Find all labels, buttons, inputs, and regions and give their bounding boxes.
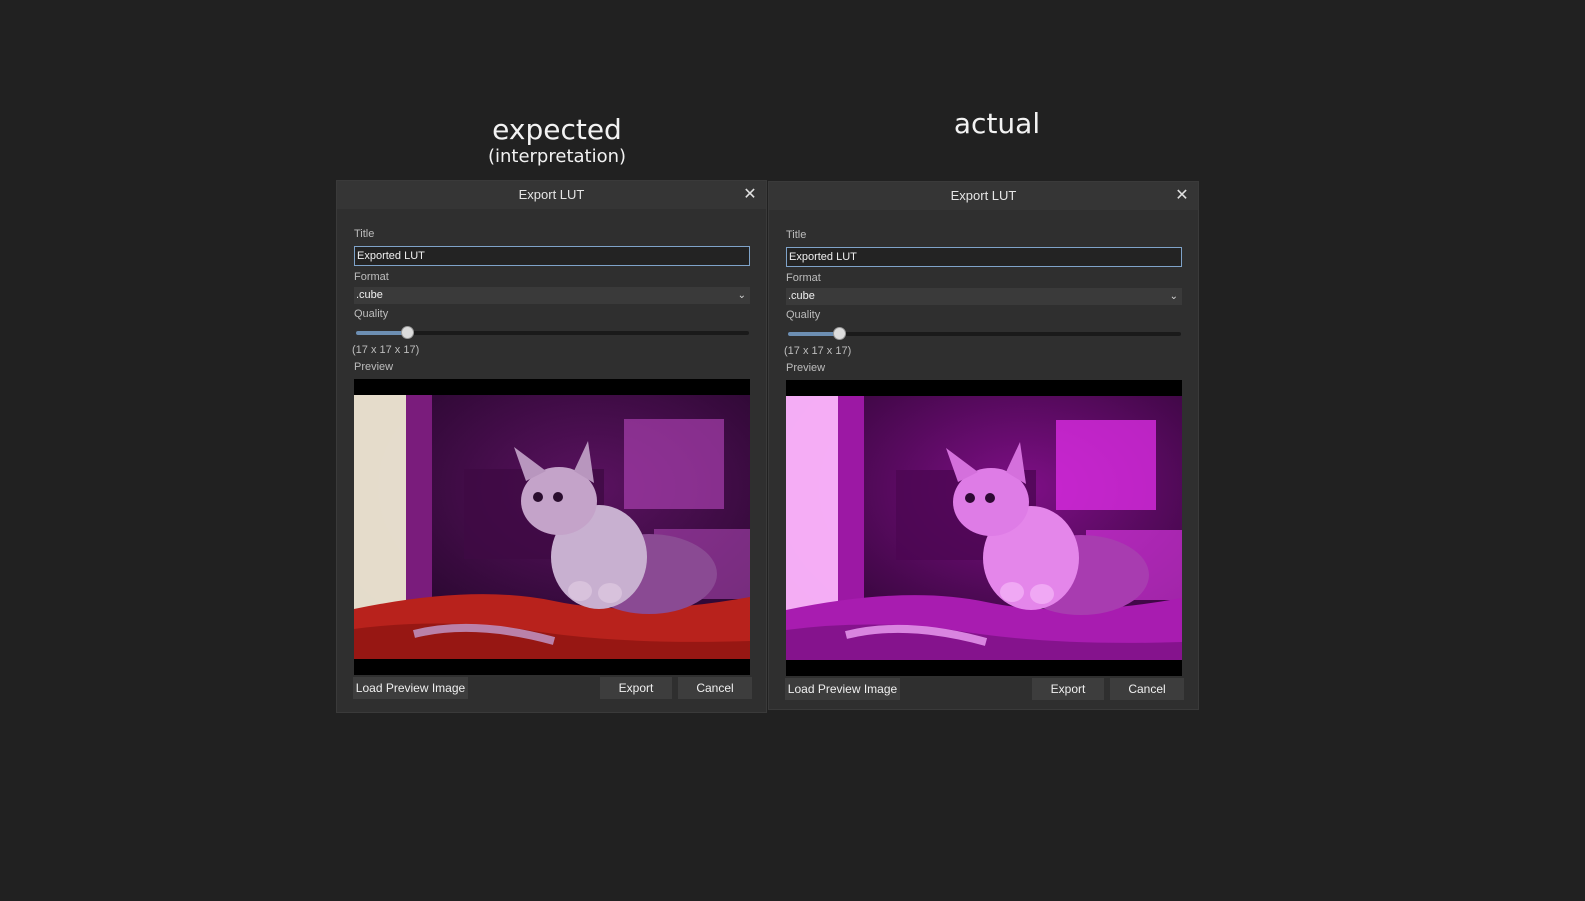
chevron-down-icon: ⌄ (1169, 291, 1178, 302)
expected-heading-subtitle: (interpretation) (487, 146, 627, 167)
dialog-title: Export LUT (950, 188, 1017, 203)
quality-slider-fill (788, 332, 840, 336)
kitten-photo-icon (354, 379, 750, 675)
expected-heading-title: expected (492, 113, 622, 146)
quality-readout: (17 x 17 x 17) (352, 344, 420, 356)
format-label: Format (354, 271, 389, 283)
export-lut-dialog-actual: Export LUT ✕ Title Format .cube ⌄ Qualit… (768, 181, 1199, 710)
actual-heading-title: actual (953, 107, 1041, 140)
cancel-button[interactable]: Cancel (678, 677, 752, 699)
format-select-value: .cube (356, 289, 383, 301)
export-button[interactable]: Export (600, 677, 672, 699)
export-button[interactable]: Export (1032, 678, 1104, 700)
format-select[interactable]: .cube ⌄ (786, 288, 1182, 305)
title-label: Title (354, 228, 375, 240)
dialog-titlebar: Export LUT ✕ (337, 181, 766, 209)
actual-heading: actual (897, 108, 1097, 140)
quality-slider-thumb[interactable] (402, 327, 414, 338)
quality-label: Quality (354, 308, 389, 320)
format-select[interactable]: .cube ⌄ (354, 287, 750, 304)
kitten-photo-icon (786, 380, 1182, 676)
quality-slider[interactable] (356, 327, 749, 338)
export-lut-dialog-expected: Export LUT ✕ Title Format .cube ⌄ Qualit… (336, 180, 767, 713)
format-select-value: .cube (788, 290, 815, 302)
load-preview-image-button[interactable]: Load Preview Image (353, 677, 468, 699)
quality-slider[interactable] (788, 328, 1181, 339)
chevron-down-icon: ⌄ (737, 290, 746, 301)
expected-heading: expected (interpretation) (457, 114, 657, 168)
close-icon[interactable]: ✕ (742, 181, 758, 209)
preview-label: Preview (354, 361, 394, 373)
dialog-title: Export LUT (518, 187, 585, 202)
close-icon[interactable]: ✕ (1174, 182, 1190, 210)
quality-slider-fill (356, 331, 408, 335)
cancel-button[interactable]: Cancel (1110, 678, 1184, 700)
format-label: Format (786, 272, 821, 284)
quality-slider-thumb[interactable] (834, 328, 846, 339)
preview-label: Preview (786, 362, 826, 374)
quality-label: Quality (786, 309, 821, 321)
title-input[interactable] (786, 247, 1182, 267)
quality-readout: (17 x 17 x 17) (784, 345, 852, 357)
title-label: Title (786, 229, 807, 241)
load-preview-image-button[interactable]: Load Preview Image (785, 678, 900, 700)
title-input[interactable] (354, 246, 750, 266)
dialog-titlebar: Export LUT ✕ (769, 182, 1198, 210)
preview-image (786, 380, 1182, 676)
preview-image (354, 379, 750, 675)
